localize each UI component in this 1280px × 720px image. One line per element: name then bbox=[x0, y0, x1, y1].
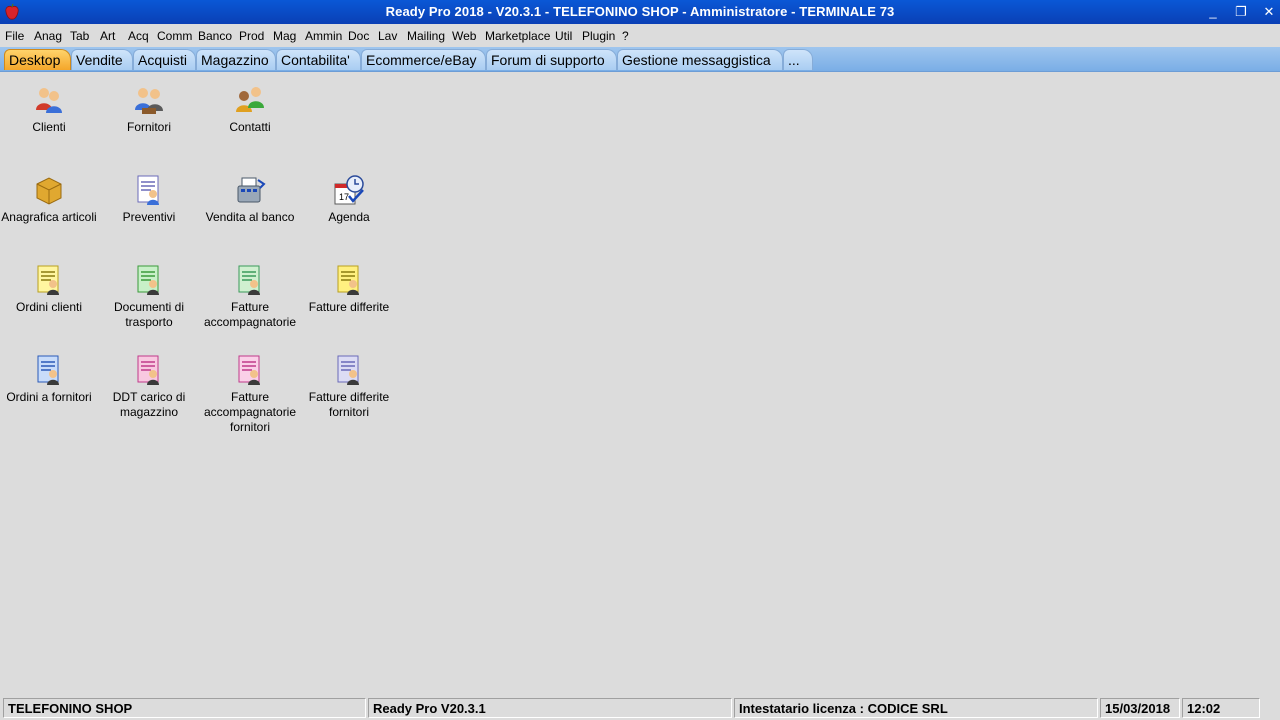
desktop-documenti-di-trasporto[interactable]: Documenti di trasporto bbox=[101, 264, 197, 330]
ordini-a-fornitori-icon bbox=[37, 355, 59, 385]
preventivi-icon bbox=[137, 175, 159, 205]
desktop-fatture-accompagnatorie-fornitori-label: Fatture accompagnatorie fornitori bbox=[203, 390, 297, 434]
menu-prod[interactable]: Prod bbox=[239, 29, 264, 43]
desktop-clienti[interactable]: Clienti bbox=[1, 84, 97, 135]
tab-strip: Desktop Vendite Acquisti Magazzino Conta… bbox=[0, 47, 1280, 72]
desktop-fatture-differite-fornitori[interactable]: Fatture differite fornitori bbox=[301, 354, 397, 420]
desktop-fornitori-label: Fornitori bbox=[126, 120, 171, 134]
status-company: TELEFONINO SHOP bbox=[3, 698, 366, 718]
agenda-icon: 17 bbox=[334, 175, 364, 205]
desktop-agenda[interactable]: 17 Agenda bbox=[301, 174, 397, 225]
menu-web[interactable]: Web bbox=[452, 29, 476, 43]
vendita-al-banco-icon bbox=[237, 177, 266, 203]
menu-marketplace[interactable]: Marketplace bbox=[485, 29, 550, 43]
documenti-di-trasporto-icon bbox=[137, 265, 159, 295]
tab-acquisti[interactable]: Acquisti bbox=[133, 49, 196, 70]
fornitori-icon bbox=[135, 88, 163, 114]
menu-comm[interactable]: Comm bbox=[157, 29, 192, 43]
status-version: Ready Pro V20.3.1 bbox=[368, 698, 732, 718]
desktop-ordini-clienti-label: Ordini clienti bbox=[15, 300, 83, 314]
ddt-carico-di-magazzino-icon bbox=[137, 355, 159, 385]
close-button[interactable]: ✕ bbox=[1258, 2, 1280, 22]
desktop-ordini-clienti[interactable]: Ordini clienti bbox=[1, 264, 97, 315]
menu-lav[interactable]: Lav bbox=[378, 29, 397, 43]
menu-doc[interactable]: Doc bbox=[348, 29, 369, 43]
desktop-preventivi[interactable]: Preventivi bbox=[101, 174, 197, 225]
status-license: Intestatario licenza : CODICE SRL bbox=[734, 698, 1098, 718]
window-title: Ready Pro 2018 - V20.3.1 - TELEFONINO SH… bbox=[385, 4, 895, 19]
desktop-ddt-carico-di-magazzino-label: DDT carico di magazzino bbox=[112, 390, 186, 419]
tab-gestione-messaggistica[interactable]: Gestione messaggistica bbox=[617, 49, 783, 70]
desktop-fatture-differite-label: Fatture differite bbox=[308, 300, 390, 314]
status-date: 15/03/2018 bbox=[1100, 698, 1180, 718]
tab-more[interactable]: ... bbox=[783, 49, 813, 70]
fatture-differite-fornitori-icon bbox=[337, 355, 359, 385]
menu-art[interactable]: Art bbox=[100, 29, 115, 43]
menu-tab[interactable]: Tab bbox=[70, 29, 89, 43]
desktop-ddt-carico-di-magazzino[interactable]: DDT carico di magazzino bbox=[101, 354, 197, 420]
desktop-contatti-label: Contatti bbox=[229, 120, 271, 134]
menu-plugin[interactable]: Plugin bbox=[582, 29, 615, 43]
desktop-fornitori[interactable]: Fornitori bbox=[101, 84, 197, 135]
title-bar: Ready Pro 2018 - V20.3.1 - TELEFONINO SH… bbox=[0, 0, 1280, 24]
desktop-fatture-accompagnatorie-fornitori[interactable]: Fatture accompagnatorie fornitori bbox=[202, 354, 298, 435]
desktop-documenti-di-trasporto-label: Documenti di trasporto bbox=[113, 300, 185, 329]
desktop-anagrafica-articoli[interactable]: Anagrafica articoli bbox=[1, 174, 97, 225]
status-time: 12:02 bbox=[1182, 698, 1260, 718]
tab-forum-di-supporto[interactable]: Forum di supporto bbox=[486, 49, 617, 70]
menu-file[interactable]: File bbox=[5, 29, 24, 43]
desktop-ordini-a-fornitori[interactable]: Ordini a fornitori bbox=[1, 354, 97, 405]
minimize-button[interactable]: _ bbox=[1202, 2, 1224, 22]
desktop-contatti[interactable]: Contatti bbox=[202, 84, 298, 135]
fatture-accompagnatorie-icon bbox=[238, 265, 260, 295]
menu-acq[interactable]: Acq bbox=[128, 29, 149, 43]
desktop-ordini-a-fornitori-label: Ordini a fornitori bbox=[6, 390, 92, 404]
menu-util[interactable]: Util bbox=[555, 29, 572, 43]
ordini-clienti-icon bbox=[37, 265, 59, 295]
status-bar: TELEFONINO SHOP Ready Pro V20.3.1 Intest… bbox=[0, 697, 1280, 720]
desktop-fatture-accompagnatorie-label: Fatture accompagnatorie bbox=[203, 300, 297, 329]
tab-vendite[interactable]: Vendite bbox=[71, 49, 133, 70]
desktop-fatture-differite-fornitori-label: Fatture differite fornitori bbox=[308, 390, 390, 419]
desktop-anagrafica-articoli-label: Anagrafica articoli bbox=[1, 210, 97, 224]
menu-mag[interactable]: Mag bbox=[273, 29, 296, 43]
desktop-fatture-differite[interactable]: Fatture differite bbox=[301, 264, 397, 315]
tab-desktop[interactable]: Desktop bbox=[4, 49, 71, 70]
desktop-vendita-al-banco-label: Vendita al banco bbox=[205, 210, 295, 224]
menu-banco[interactable]: Banco bbox=[198, 29, 232, 43]
tab-ecommerce-ebay[interactable]: Ecommerce/eBay bbox=[361, 49, 486, 70]
menu-ammin[interactable]: Ammin bbox=[305, 29, 342, 43]
menu-anag[interactable]: Anag bbox=[34, 29, 62, 43]
desktop-clienti-label: Clienti bbox=[32, 120, 66, 134]
fatture-accompagnatorie-fornitori-icon bbox=[238, 355, 260, 385]
restore-button[interactable]: ❐ bbox=[1230, 2, 1252, 22]
desktop-preventivi-label: Preventivi bbox=[122, 210, 176, 224]
tab-contabilita[interactable]: Contabilita' bbox=[276, 49, 361, 70]
tab-magazzino[interactable]: Magazzino bbox=[196, 49, 276, 70]
menu-mailing[interactable]: Mailing bbox=[407, 29, 445, 43]
contatti-icon bbox=[236, 87, 264, 112]
svg-text:17: 17 bbox=[339, 192, 349, 202]
menu-bar: File Anag Tab Art Acq Comm Banco Prod Ma… bbox=[0, 26, 1280, 46]
fatture-differite-icon bbox=[337, 265, 359, 295]
anagrafica-articoli-icon bbox=[36, 177, 62, 205]
desktop-fatture-accompagnatorie[interactable]: Fatture accompagnatorie bbox=[202, 264, 298, 330]
desktop-agenda-label: Agenda bbox=[328, 210, 370, 224]
clienti-icon bbox=[36, 88, 62, 113]
menu-help[interactable]: ? bbox=[622, 29, 629, 43]
desktop-vendita-al-banco[interactable]: Vendita al banco bbox=[202, 174, 298, 225]
